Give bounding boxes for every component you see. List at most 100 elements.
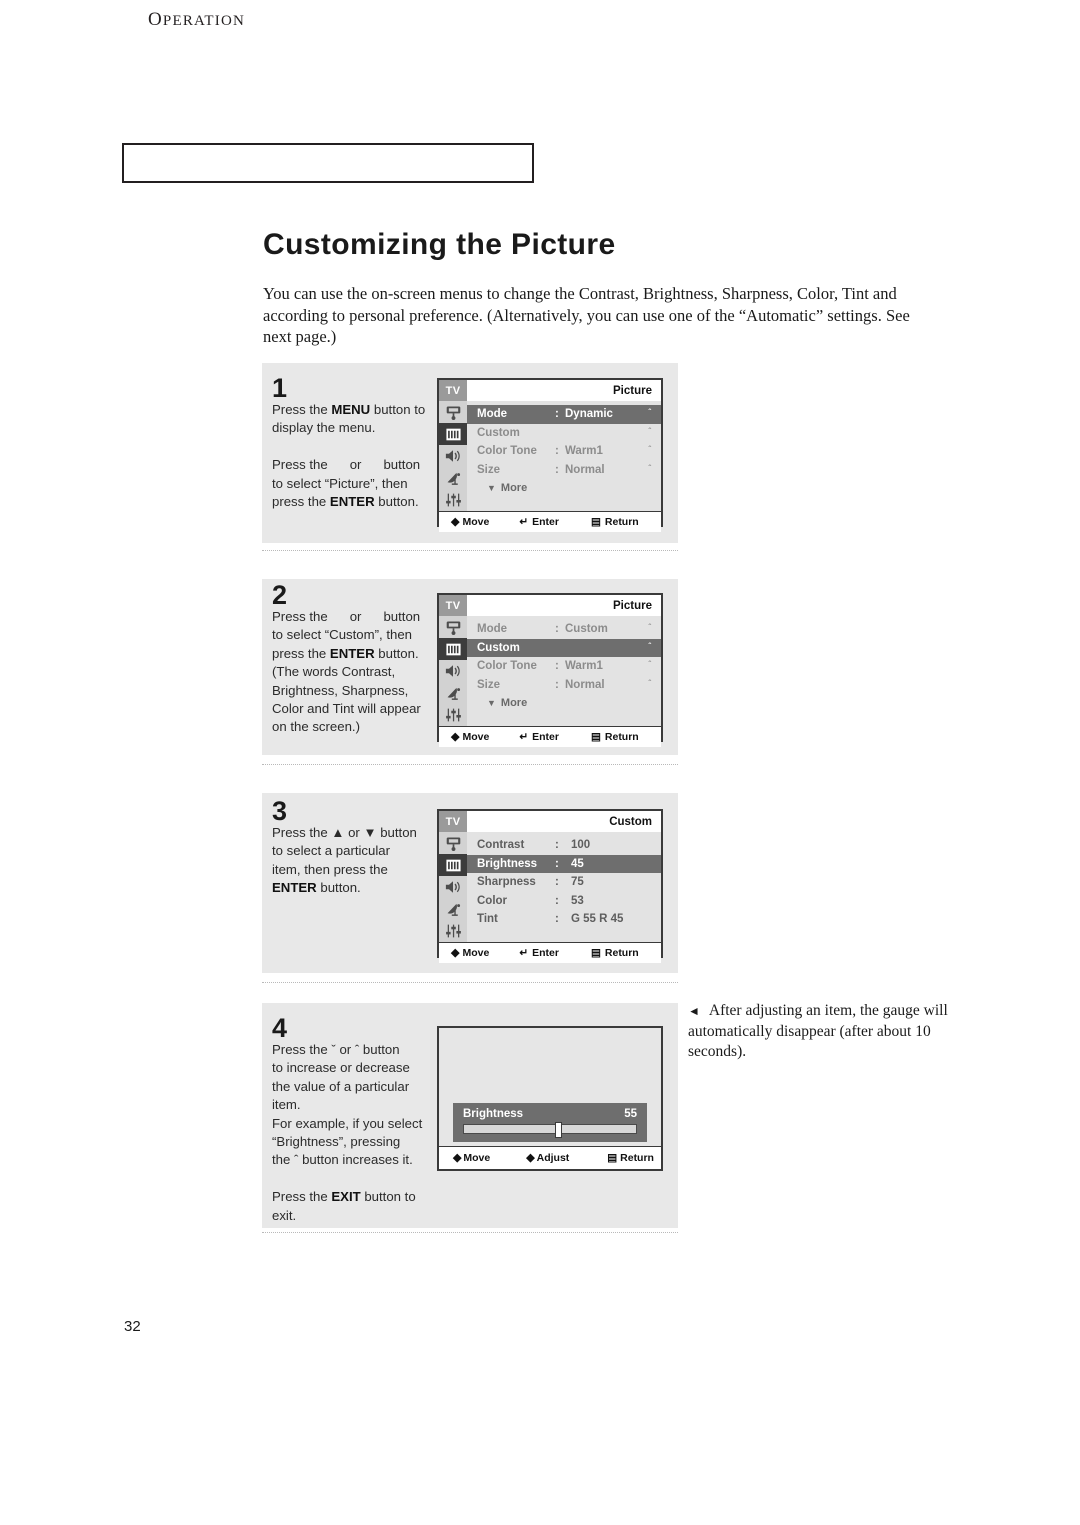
speaker-icon[interactable] <box>439 445 467 467</box>
osd-row[interactable]: Tint: G 55 R 45 <box>467 910 661 929</box>
up-down-arrows-icon: ◆ <box>451 946 460 959</box>
up-down-arrows-icon: ◆ <box>451 730 460 743</box>
input-source-icon[interactable] <box>439 616 467 638</box>
panel-separator-3 <box>262 982 678 983</box>
instruction-text: or <box>349 457 362 473</box>
instruction-line: Press the EXIT button to <box>272 1188 432 1206</box>
tv-footer-return: ▤ Return <box>607 1152 654 1164</box>
tv-footer-adjust-label: Adjust <box>536 1152 570 1164</box>
tv-screen-gauge-preview: Brightness 55 ◆ Move ◆ Adjust ▤ Return <box>437 1026 663 1171</box>
osd-icon-rail <box>439 832 467 942</box>
instruction-line: Brightness, Sharpness, <box>272 682 432 700</box>
osd-title: Picture <box>613 599 652 612</box>
instruction-text: button <box>383 457 421 473</box>
instruction-line: on the screen.) <box>272 718 432 736</box>
osd-row-label: Mode <box>477 623 508 636</box>
step-number-4: 4 <box>272 1013 288 1043</box>
osd-menu-picture-1: TV Picture Mode: Dynamic ˆ Custom ˆ Color Ton… <box>437 378 663 532</box>
instruction-line: ENTER button. <box>272 879 432 897</box>
picture-icon[interactable] <box>439 423 467 445</box>
osd-row[interactable]: Mode: Custom ˆ <box>467 620 661 639</box>
osd-footer-move-label: Move <box>462 947 490 959</box>
osd-row[interactable]: Mode: Dynamic ˆ <box>467 405 661 424</box>
picture-icon[interactable] <box>439 638 467 660</box>
satellite-dish-icon[interactable] <box>439 467 467 489</box>
instruction-text: Press the <box>272 609 328 624</box>
osd-row[interactable]: Size: Normal ˆ <box>467 676 661 695</box>
chevron-up-icon[interactable]: ˆ <box>648 642 651 651</box>
chevron-up-icon[interactable]: ˆ <box>648 464 651 473</box>
osd-row[interactable]: Size: Normal ˆ <box>467 461 661 480</box>
instruction-line <box>272 1170 432 1188</box>
satellite-dish-icon[interactable] <box>439 898 467 920</box>
chevron-up-icon[interactable]: ˆ <box>648 679 651 688</box>
osd-row-colon: : <box>555 839 559 852</box>
chevron-up-icon[interactable]: ˆ <box>648 661 651 669</box>
osd-body: Mode: Custom ˆ Custom ˆ Color Tone: Warm1 ˆ Size… <box>439 616 661 726</box>
gauge-slider-track[interactable] <box>463 1122 637 1138</box>
osd-titlebar: TV Picture <box>439 595 661 616</box>
enter-key-icon: ↵ <box>519 515 529 528</box>
osd-row-value: Normal <box>565 463 605 476</box>
speaker-icon[interactable] <box>439 660 467 682</box>
input-source-icon[interactable] <box>439 832 467 854</box>
instruction-text: Brightness, Sharpness, <box>272 682 409 698</box>
osd-row-colon: : <box>555 660 559 673</box>
instruction-text: the value of a particular <box>272 1078 410 1094</box>
instruction-line: item. <box>272 1096 432 1114</box>
setup-sliders-icon[interactable] <box>439 920 467 942</box>
instruction-line: to increase or decrease <box>272 1059 432 1077</box>
osd-footer-enter: ↵ Enter <box>519 731 559 743</box>
osd-row-value: 45 <box>571 857 584 870</box>
osd-footer-enter: ↵ Enter <box>519 516 559 528</box>
osd-more-row[interactable]: ▼ More <box>467 479 661 498</box>
osd-more-row[interactable]: ▼ More <box>467 694 661 713</box>
osd-footer: ◆ Move ↵ Enter ▤ Return <box>439 726 661 747</box>
setup-sliders-icon[interactable] <box>439 704 467 726</box>
instruction-line <box>272 438 432 456</box>
osd-row-value: Warm1 <box>565 445 603 458</box>
osd-row[interactable]: Custom ˆ <box>467 638 661 657</box>
osd-row[interactable]: Color:53 <box>467 892 661 911</box>
picture-icon[interactable] <box>439 854 467 876</box>
osd-titlebar: TV Picture <box>439 380 661 401</box>
osd-row[interactable]: Sharpness:75 <box>467 873 661 892</box>
osd-row[interactable]: Custom ˆ <box>467 424 661 443</box>
instruction-text: display the menu. <box>272 420 376 436</box>
gauge-slider-thumb[interactable] <box>555 1122 563 1138</box>
instruction-text: on the screen.) <box>272 719 360 735</box>
input-source-icon[interactable] <box>439 401 467 423</box>
emphasis-button-name: MENU <box>331 402 371 417</box>
osd-row-label: Custom <box>477 426 520 439</box>
osd-row[interactable]: Color Tone: Warm1 ˆ <box>467 442 661 461</box>
osd-row[interactable]: Brightness:45 <box>467 854 661 873</box>
menu-bars-icon: ▤ <box>590 515 601 528</box>
osd-icon-rail <box>439 616 467 726</box>
osd-row[interactable]: Color Tone: Warm1 ˆ <box>467 657 661 676</box>
osd-row-value: Custom <box>565 623 608 636</box>
chevron-up-icon[interactable]: ˆ <box>648 624 651 632</box>
chevron-up-icon[interactable]: ˆ <box>648 427 651 436</box>
satellite-dish-icon[interactable] <box>439 682 467 704</box>
osd-menu-picture-2: TV Picture Mode: Custom ˆ Custom ˆ Color Tone… <box>437 593 663 747</box>
osd-row-value: G 55 R 45 <box>571 913 624 926</box>
chevron-up-icon[interactable]: ˆ <box>648 446 651 454</box>
osd-tv-badge: TV <box>439 811 467 832</box>
chevron-up-icon[interactable]: ˆ <box>648 409 651 417</box>
speaker-icon[interactable] <box>439 876 467 898</box>
osd-more-label: More <box>500 482 528 495</box>
osd-row[interactable]: Contrast:100 <box>467 836 661 855</box>
osd-row-colon: : <box>555 445 559 458</box>
osd-row-value: 53 <box>571 894 584 907</box>
osd-row-label: Tint <box>477 913 498 926</box>
instruction-text: (The words Contrast, <box>272 664 396 680</box>
instruction-text: For example, if you select <box>272 1115 423 1131</box>
setup-sliders-icon[interactable] <box>439 489 467 511</box>
menu-bars-icon: ▤ <box>590 946 601 959</box>
tv-screen-footer: ◆ Move ◆ Adjust ▤ Return <box>439 1146 661 1169</box>
instruction-text: the <box>272 1152 294 1168</box>
instruction-line: to select “Picture”, then <box>272 475 432 493</box>
instruction-text: or <box>349 609 362 624</box>
tv-footer-adjust: ◆ Adjust <box>526 1152 569 1164</box>
osd-footer-return: ▤ Return <box>591 731 639 743</box>
